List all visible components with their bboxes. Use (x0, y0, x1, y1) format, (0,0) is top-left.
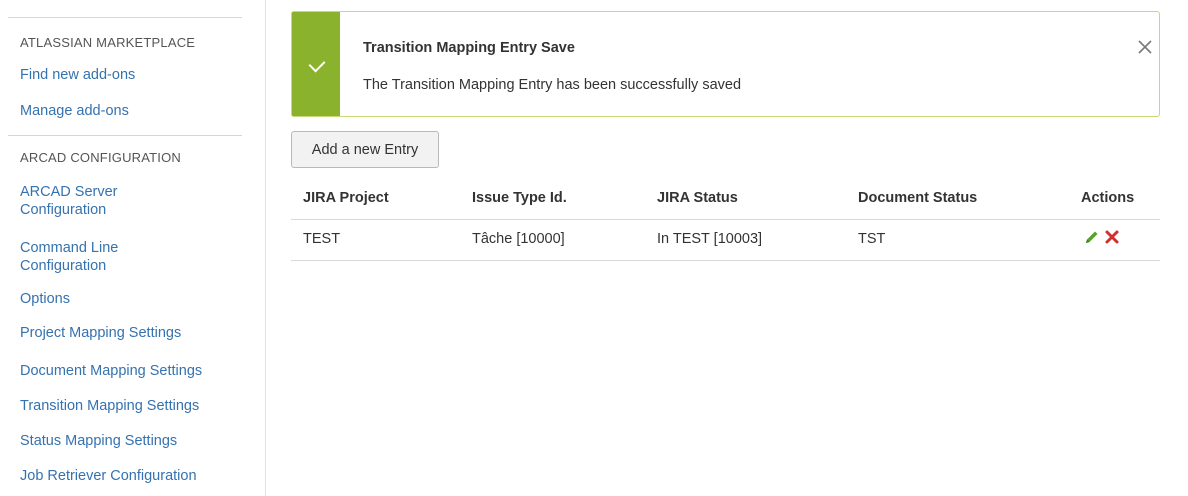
sidebar-link-arcad-server-config[interactable]: ARCAD Server Configuration (20, 183, 118, 219)
column-header-document-status: Document Status (858, 190, 978, 206)
add-entry-button[interactable]: Add a new Entry (291, 131, 439, 168)
sidebar-link-find-addons[interactable]: Find new add-ons (20, 66, 135, 85)
delete-x-icon[interactable] (1104, 229, 1120, 245)
sidebar-link-manage-addons[interactable]: Manage add-ons (20, 102, 129, 121)
sidebar-link-command-line-config[interactable]: Command Line Configuration (20, 239, 118, 275)
table-divider (291, 260, 1160, 261)
cell-jira-status: In TEST [10003] (657, 231, 763, 247)
check-icon (308, 55, 326, 73)
edit-pencil-icon[interactable] (1084, 229, 1100, 245)
sidebar-heading-marketplace: ATLASSIAN MARKETPLACE (20, 35, 196, 50)
sidebar-heading-arcad: ARCAD CONFIGURATION (20, 150, 182, 165)
cell-document-status: TST (858, 231, 886, 247)
sidebar-link-job-retriever[interactable]: Job Retriever Configuration (20, 467, 197, 486)
sidebar: ATLASSIAN MARKETPLACE Find new add-ons M… (0, 0, 266, 496)
sidebar-link-options[interactable]: Options (20, 290, 70, 309)
column-header-jira-status: JIRA Status (657, 190, 738, 206)
sidebar-link-project-mapping[interactable]: Project Mapping Settings (20, 324, 181, 343)
sidebar-link-document-mapping[interactable]: Document Mapping Settings (20, 362, 202, 381)
sidebar-link-transition-mapping[interactable]: Transition Mapping Settings (20, 397, 199, 416)
success-message: Transition Mapping Entry Save The Transi… (291, 11, 1160, 117)
column-header-jira-project: JIRA Project (303, 190, 389, 206)
success-stripe (292, 12, 340, 116)
column-header-actions: Actions (1081, 190, 1135, 206)
cell-issue-type: Tâche [10000] (472, 231, 565, 247)
message-title: Transition Mapping Entry Save (363, 40, 575, 56)
sidebar-divider (8, 135, 242, 136)
message-body: The Transition Mapping Entry has been su… (363, 77, 742, 93)
table-divider (291, 219, 1160, 220)
column-header-issue-type: Issue Type Id. (472, 190, 567, 206)
close-icon[interactable] (1136, 38, 1154, 56)
cell-jira-project: TEST (303, 231, 341, 247)
sidebar-link-status-mapping[interactable]: Status Mapping Settings (20, 432, 177, 451)
sidebar-divider (8, 17, 242, 18)
